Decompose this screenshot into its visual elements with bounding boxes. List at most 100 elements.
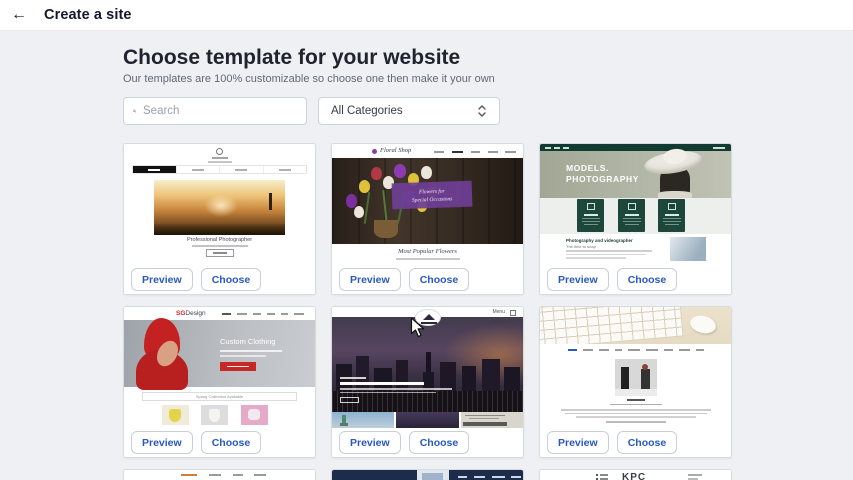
template-thumbnail[interactable]: Professional Photographer bbox=[124, 144, 315, 265]
decor-decor: Special Occasions bbox=[392, 195, 472, 206]
template-thumbnail[interactable] bbox=[124, 470, 315, 480]
product-photo bbox=[201, 405, 228, 425]
search-box[interactable] bbox=[123, 97, 307, 125]
decor-flower bbox=[346, 194, 357, 208]
decor-ln bbox=[192, 169, 204, 171]
template-thumbnail[interactable] bbox=[540, 307, 731, 428]
preview-button[interactable]: Preview bbox=[547, 431, 609, 454]
decor-ln bbox=[452, 151, 463, 153]
decor-bldg bbox=[356, 356, 369, 392]
template-card-travel-blog: Menu bbox=[331, 306, 524, 458]
model-body bbox=[658, 191, 692, 198]
decor-ln bbox=[610, 404, 662, 406]
choose-button[interactable]: Choose bbox=[409, 431, 470, 454]
search-input[interactable] bbox=[143, 105, 297, 117]
preview-button[interactable]: Preview bbox=[131, 268, 193, 291]
decor-ln bbox=[600, 474, 608, 476]
decor-ln bbox=[294, 313, 304, 315]
decor-decor: MODELS. bbox=[566, 163, 639, 174]
decor-ln bbox=[566, 257, 626, 259]
decor-ln bbox=[222, 313, 231, 315]
decor-ln bbox=[688, 478, 698, 480]
decor-ln bbox=[625, 224, 639, 225]
template-thumbnail[interactable]: SGDesign Custom Clothing bbox=[124, 307, 315, 428]
portrait-photo bbox=[670, 237, 706, 261]
decor-ln bbox=[583, 349, 593, 351]
book-icon bbox=[587, 203, 595, 210]
category-selected-value: All Categories bbox=[331, 105, 477, 117]
decor-ln bbox=[576, 416, 696, 418]
decor-ln bbox=[220, 355, 266, 357]
template-card-professional-photographer: Professional Photographer Preview Choose bbox=[123, 143, 316, 295]
thumb-nav-links bbox=[540, 349, 731, 351]
product-photo bbox=[241, 405, 268, 425]
thumb-cta-button bbox=[340, 397, 359, 403]
choose-button[interactable]: Choose bbox=[617, 431, 678, 454]
decor-ln bbox=[253, 313, 261, 315]
product-photo bbox=[162, 405, 189, 425]
thumb-section-title: Most Popular Flowers bbox=[332, 248, 523, 255]
decor-ln bbox=[663, 218, 681, 219]
flower-logo-icon bbox=[372, 149, 377, 154]
back-arrow-icon[interactable]: ← bbox=[11, 7, 29, 23]
thumb-section-subheading: The time to snap bbox=[566, 244, 596, 249]
decor-ln bbox=[565, 413, 707, 415]
decor-cardfoot: Preview Choose bbox=[124, 428, 315, 457]
decor-ln bbox=[208, 161, 232, 163]
decor-ln bbox=[600, 478, 608, 480]
preview-button[interactable]: Preview bbox=[339, 268, 401, 291]
keyboard-photo bbox=[540, 307, 731, 344]
category-select[interactable]: All Categories bbox=[318, 97, 500, 125]
image-icon bbox=[628, 203, 636, 210]
template-thumbnail[interactable] bbox=[332, 470, 523, 480]
decor-ln bbox=[665, 214, 679, 216]
decor-decor: PHOTOGRAPHY bbox=[566, 174, 639, 185]
decor-decor bbox=[263, 166, 307, 173]
decor-flower bbox=[394, 164, 406, 178]
computer-mouse bbox=[688, 313, 717, 336]
template-thumbnail[interactable]: Menu bbox=[332, 307, 523, 428]
thumb-site-logo: KPC bbox=[622, 472, 646, 480]
sunset-field-photo bbox=[154, 180, 285, 235]
nyc-skyline-photo bbox=[332, 317, 523, 412]
thumb-nav-bar bbox=[332, 470, 523, 480]
decor-decor: SG bbox=[176, 310, 185, 317]
chevron-up-down-icon bbox=[477, 104, 487, 118]
choose-button[interactable]: Choose bbox=[201, 431, 262, 454]
decor-ln bbox=[458, 476, 467, 478]
decor-decor: Design bbox=[185, 310, 205, 317]
thumb-cta-button bbox=[206, 249, 234, 257]
section-heading: Choose template for your website bbox=[123, 46, 460, 70]
preview-button[interactable]: Preview bbox=[131, 431, 193, 454]
decor-ln bbox=[192, 245, 248, 247]
decor-ln bbox=[148, 169, 160, 171]
decor-ln bbox=[209, 474, 221, 476]
decor-ln bbox=[628, 349, 640, 351]
template-thumbnail[interactable]: MODELS. PHOTOGRAPHY bbox=[540, 144, 731, 265]
template-card-models-photography: MODELS. PHOTOGRAPHY bbox=[539, 143, 732, 295]
decor-cardfoot: Preview Choose bbox=[540, 265, 731, 294]
decor-bldg bbox=[504, 367, 520, 392]
decor-ln bbox=[220, 350, 282, 352]
preview-button[interactable]: Preview bbox=[547, 268, 609, 291]
decor-ln bbox=[615, 349, 622, 351]
custom-clothing-hero: Custom Clothing bbox=[124, 320, 315, 387]
decor-ln bbox=[584, 214, 598, 216]
decor-ln bbox=[599, 349, 609, 351]
thumb-menu-label: Menu bbox=[492, 309, 505, 315]
thumb-nav-bar bbox=[540, 144, 731, 151]
decor-ln bbox=[469, 418, 499, 419]
template-thumbnail[interactable]: Floral Shop bbox=[332, 144, 523, 265]
decor-a bbox=[332, 391, 523, 412]
decor-ln bbox=[688, 474, 702, 476]
thumb-hero-title: MODELS. PHOTOGRAPHY bbox=[566, 163, 639, 186]
decor-ln bbox=[582, 218, 600, 219]
choose-button[interactable]: Choose bbox=[617, 268, 678, 291]
template-thumbnail[interactable]: KPC bbox=[540, 470, 731, 480]
preview-button[interactable]: Preview bbox=[339, 431, 401, 454]
template-grid: Professional Photographer Preview Choose… bbox=[123, 143, 732, 480]
choose-button[interactable]: Choose bbox=[409, 268, 470, 291]
decor-ln bbox=[627, 399, 645, 401]
choose-button[interactable]: Choose bbox=[201, 268, 262, 291]
decor-ln bbox=[465, 415, 505, 416]
